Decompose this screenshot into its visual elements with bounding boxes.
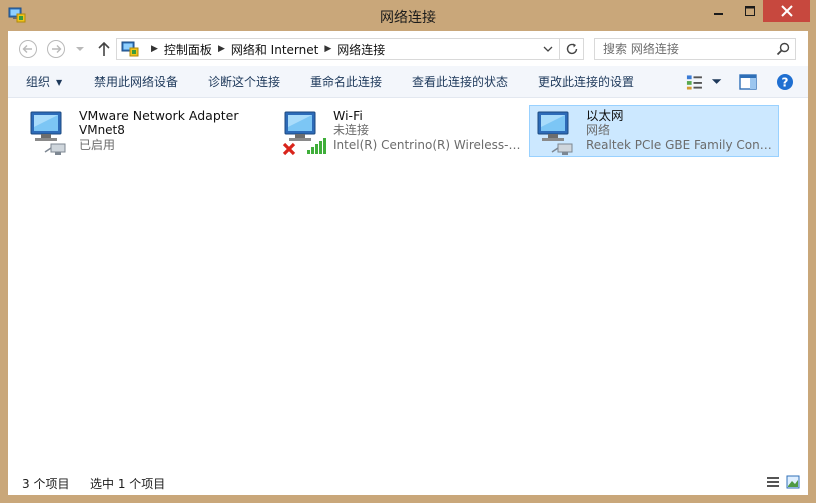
minimize-icon xyxy=(714,13,723,15)
details-view-icon[interactable] xyxy=(766,475,780,489)
help-button[interactable]: ? xyxy=(776,72,796,92)
up-arrow-icon xyxy=(98,41,110,56)
connection-device: Intel(R) Centrino(R) Wireless-N... xyxy=(333,138,521,152)
chevron-down-icon xyxy=(76,47,84,51)
recent-locations-button[interactable] xyxy=(74,39,86,59)
organize-menu-button[interactable]: 组织 ▼ xyxy=(26,66,62,98)
search-input[interactable] xyxy=(595,39,771,59)
list-item-ethernet[interactable]: 以太网 网络 Realtek PCIe GBE Family Contr... xyxy=(529,105,779,157)
diagnose-connection-button[interactable]: 诊断这个连接 xyxy=(208,66,280,98)
connection-name: 以太网 xyxy=(586,108,624,123)
breadcrumb-network-internet[interactable]: 网络和 Internet xyxy=(231,41,318,58)
forward-arrow-icon xyxy=(47,40,65,58)
close-icon xyxy=(780,5,793,17)
window: 网络连接 ▶ 控制面板 ▶ 网络和 Internet ▶ 网络连接 搜索 网络连… xyxy=(0,0,816,503)
title-bar[interactable]: 网络连接 xyxy=(0,0,816,31)
help-icon: ? xyxy=(777,74,793,90)
disconnected-x-icon xyxy=(282,142,296,156)
item-count: 3 个项目 xyxy=(22,477,70,491)
selection-count: 选中 1 个项目 xyxy=(90,477,166,491)
rename-connection-button[interactable]: 重命名此连接 xyxy=(310,66,382,98)
change-settings-button[interactable]: 更改此连接的设置 xyxy=(538,66,634,98)
minimize-button[interactable] xyxy=(706,0,732,22)
list-item-wifi[interactable]: Wi-Fi 未连接 Intel(R) Centrino(R) Wireless-… xyxy=(276,105,526,157)
breadcrumb-separator-icon: ▶ xyxy=(324,44,332,54)
connection-network: 未连接 xyxy=(333,123,370,137)
connection-name: VMware Network Adapter xyxy=(79,108,239,123)
explorer-client-area: ▶ 控制面板 ▶ 网络和 Internet ▶ 网络连接 搜索 网络连接 组织 … xyxy=(8,31,808,495)
item-text: Wi-Fi 未连接 Intel(R) Centrino(R) Wireless-… xyxy=(333,108,521,153)
address-row: ▶ 控制面板 ▶ 网络和 Internet ▶ 网络连接 xyxy=(8,31,808,66)
forward-button[interactable] xyxy=(46,39,66,59)
large-icons-view-icon[interactable] xyxy=(786,475,800,489)
breadcrumb-separator-icon: ▶ xyxy=(151,44,158,54)
preview-pane-icon xyxy=(739,74,757,90)
organize-label: 组织 xyxy=(26,75,51,89)
list-item-vmware[interactable]: VMware Network Adapter VMnet8 已启用 xyxy=(22,105,272,157)
up-button[interactable] xyxy=(94,39,114,59)
back-button[interactable] xyxy=(18,39,38,59)
search-icon[interactable] xyxy=(775,41,791,57)
dropdown-arrow-icon: ▼ xyxy=(56,78,63,87)
connection-network: 网络 xyxy=(586,123,611,137)
breadcrumb: ▶ 控制面板 ▶ 网络和 Internet ▶ 网络连接 xyxy=(121,39,385,59)
view-options-icon xyxy=(686,75,702,90)
back-arrow-icon xyxy=(19,40,37,58)
network-adapter-icon xyxy=(30,111,66,155)
control-panel-icon xyxy=(121,41,139,57)
breadcrumb-network-connections[interactable]: 网络连接 xyxy=(337,41,385,58)
search-box[interactable] xyxy=(594,38,796,60)
change-view-button[interactable] xyxy=(686,72,722,92)
close-button[interactable] xyxy=(763,0,810,22)
view-status-button[interactable]: 查看此连接的状态 xyxy=(412,66,508,98)
breadcrumb-control-panel[interactable]: 控制面板 xyxy=(164,41,212,58)
maximize-icon xyxy=(745,6,755,16)
connections-list: VMware Network Adapter VMnet8 已启用 Wi-Fi … xyxy=(8,99,808,469)
connection-name: Wi-Fi xyxy=(333,108,363,123)
item-text: 以太网 网络 Realtek PCIe GBE Family Contr... xyxy=(586,108,774,153)
disable-device-button[interactable]: 禁用此网络设备 xyxy=(94,66,178,98)
refresh-icon xyxy=(566,43,577,55)
address-history-dropdown[interactable] xyxy=(539,39,557,59)
address-bar[interactable]: ▶ 控制面板 ▶ 网络和 Internet ▶ 网络连接 xyxy=(116,38,584,60)
chevron-down-icon xyxy=(543,46,553,52)
window-title: 网络连接 xyxy=(380,10,436,26)
svg-text:?: ? xyxy=(782,75,789,89)
wifi-adapter-icon xyxy=(282,111,326,156)
maximize-button[interactable] xyxy=(737,0,763,22)
status-bar: 3 个项目 选中 1 个项目 xyxy=(8,469,808,495)
preview-pane-button[interactable] xyxy=(739,72,759,92)
connection-device: Realtek PCIe GBE Family Contr... xyxy=(586,138,774,152)
breadcrumb-separator-icon: ▶ xyxy=(217,44,225,54)
ethernet-adapter-icon xyxy=(537,111,573,155)
command-bar: 组织 ▼ 禁用此网络设备 诊断这个连接 重命名此连接 查看此连接的状态 更改此连接… xyxy=(8,66,808,98)
connection-device: 已启用 xyxy=(79,138,116,152)
item-text: VMware Network Adapter VMnet8 已启用 xyxy=(79,108,267,153)
chevron-down-icon xyxy=(711,79,722,84)
refresh-button[interactable] xyxy=(559,39,583,59)
connection-network: VMnet8 xyxy=(79,123,125,137)
